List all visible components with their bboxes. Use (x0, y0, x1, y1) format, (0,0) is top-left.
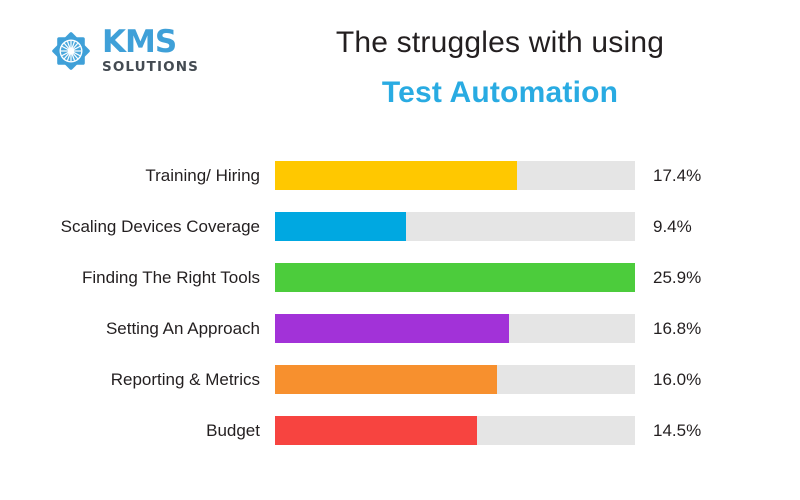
bar-track (275, 263, 635, 292)
bar-category-label: Setting An Approach (105, 318, 260, 338)
chart-row: Reporting & Metrics 16.0% (0, 354, 800, 405)
bar-category-label: Training/ Hiring (145, 165, 260, 185)
chart-row: Budget 14.5% (0, 405, 800, 456)
bar-track (275, 161, 635, 190)
bar-category-label: Budget (206, 420, 260, 440)
logo-wordmark: KMS SOLUTIONS (102, 27, 199, 75)
chart-row: Training/ Hiring 17.4% (0, 150, 800, 201)
chart-row: Setting An Approach 16.8% (0, 303, 800, 354)
bar-track (275, 212, 635, 241)
kms-solutions-logo: KMS SOLUTIONS (48, 27, 199, 75)
header: KMS SOLUTIONS The struggles with using T… (0, 0, 800, 130)
kms-sunburst-star-emblem-icon (52, 31, 90, 70)
bar-value-label: 16.0% (653, 369, 702, 389)
bar-category-label: Finding The Right Tools (82, 267, 260, 287)
bar-fill (275, 161, 517, 190)
horizontal-bar-chart: Training/ Hiring 17.4% Scaling Devices Cov… (0, 150, 800, 456)
bar-value-label: 17.4% (653, 165, 702, 185)
bar-track (275, 365, 635, 394)
bar-fill (275, 263, 635, 292)
bar-fill (275, 212, 406, 241)
logo-word: KMS (102, 24, 177, 60)
chart-row: Finding The Right Tools 25.9% (0, 252, 800, 303)
logo-subtitle: SOLUTIONS (102, 59, 199, 75)
page-title: The struggles with using Test Automation (300, 24, 700, 111)
title-line-primary: The struggles with using (335, 26, 665, 59)
bar-value-label: 14.5% (653, 420, 702, 440)
bar-fill (275, 314, 509, 343)
bar-track (275, 314, 635, 343)
bar-value-label: 16.8% (653, 318, 702, 338)
bar-category-label: Reporting & Metrics (110, 369, 260, 389)
title-line-highlight: Test Automation (381, 75, 619, 109)
bar-fill (275, 365, 498, 394)
bar-track (275, 416, 635, 445)
chart-row: Scaling Devices Coverage 9.4% (0, 201, 800, 252)
bar-fill (275, 416, 477, 445)
bar-value-label: 9.4% (653, 216, 692, 236)
bar-value-label: 25.9% (653, 267, 702, 287)
bar-category-label: Scaling Devices Coverage (60, 216, 260, 236)
